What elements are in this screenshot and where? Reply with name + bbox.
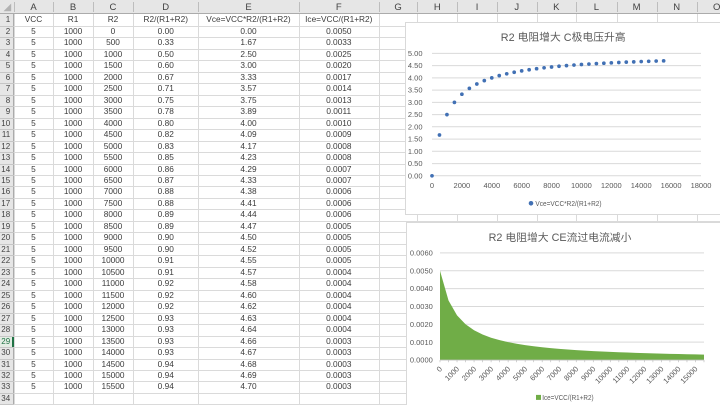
svg-text:15000: 15000	[678, 364, 699, 385]
svg-text:2000: 2000	[460, 364, 478, 382]
svg-text:14000: 14000	[661, 364, 682, 385]
svg-text:12000: 12000	[627, 364, 648, 385]
svg-text:16000: 16000	[661, 181, 682, 190]
svg-text:2.50: 2.50	[408, 110, 423, 119]
svg-text:6000: 6000	[513, 181, 530, 190]
svg-text:0.50: 0.50	[408, 159, 423, 168]
svg-text:R2: R2	[489, 232, 503, 244]
svg-text:3000: 3000	[477, 364, 495, 382]
svg-text:4000: 4000	[494, 364, 512, 382]
svg-text:1000: 1000	[443, 364, 461, 382]
svg-text:11000: 11000	[611, 364, 632, 385]
svg-text:13000: 13000	[644, 364, 665, 385]
svg-text:3.00: 3.00	[408, 98, 423, 107]
svg-text:0.0010: 0.0010	[410, 338, 433, 347]
svg-text:5.00: 5.00	[408, 49, 423, 58]
svg-text:0.0060: 0.0060	[410, 248, 433, 257]
svg-text:14000: 14000	[631, 181, 652, 190]
svg-text:2000: 2000	[454, 181, 471, 190]
svg-text:18000: 18000	[691, 181, 712, 190]
svg-text:0.0040: 0.0040	[410, 284, 433, 293]
svg-text:Vce=VCC*R2/(R1+R2): Vce=VCC*R2/(R1+R2)	[535, 199, 602, 208]
svg-text:0.0000: 0.0000	[410, 355, 433, 364]
svg-text:6000: 6000	[528, 364, 546, 382]
svg-text:4.00: 4.00	[408, 73, 423, 82]
svg-text:0.0030: 0.0030	[410, 302, 433, 311]
svg-text:C: C	[564, 31, 572, 43]
svg-text:R2: R2	[501, 31, 515, 43]
svg-text:0: 0	[435, 364, 444, 373]
svg-text:1.00: 1.00	[408, 146, 423, 155]
svg-text:0.0020: 0.0020	[410, 320, 433, 329]
svg-text:8000: 8000	[562, 364, 580, 382]
svg-text:7000: 7000	[545, 364, 563, 382]
svg-text:12000: 12000	[601, 181, 622, 190]
svg-text:10000: 10000	[571, 181, 592, 190]
svg-text:0: 0	[430, 181, 434, 190]
svg-text:CE: CE	[552, 232, 567, 244]
svg-text:1.50: 1.50	[408, 134, 423, 143]
svg-text:5000: 5000	[511, 364, 529, 382]
svg-text:3.50: 3.50	[408, 85, 423, 94]
svg-text:0.00: 0.00	[408, 171, 423, 180]
svg-text:4000: 4000	[483, 181, 500, 190]
svg-text:4.50: 4.50	[408, 61, 423, 70]
svg-text:0.0050: 0.0050	[410, 266, 433, 275]
svg-text:8000: 8000	[543, 181, 560, 190]
svg-text:2.00: 2.00	[408, 122, 423, 131]
svg-text:Ice=VCC/(R1+R2): Ice=VCC/(R1+R2)	[542, 393, 594, 402]
svg-text:10000: 10000	[593, 364, 614, 385]
